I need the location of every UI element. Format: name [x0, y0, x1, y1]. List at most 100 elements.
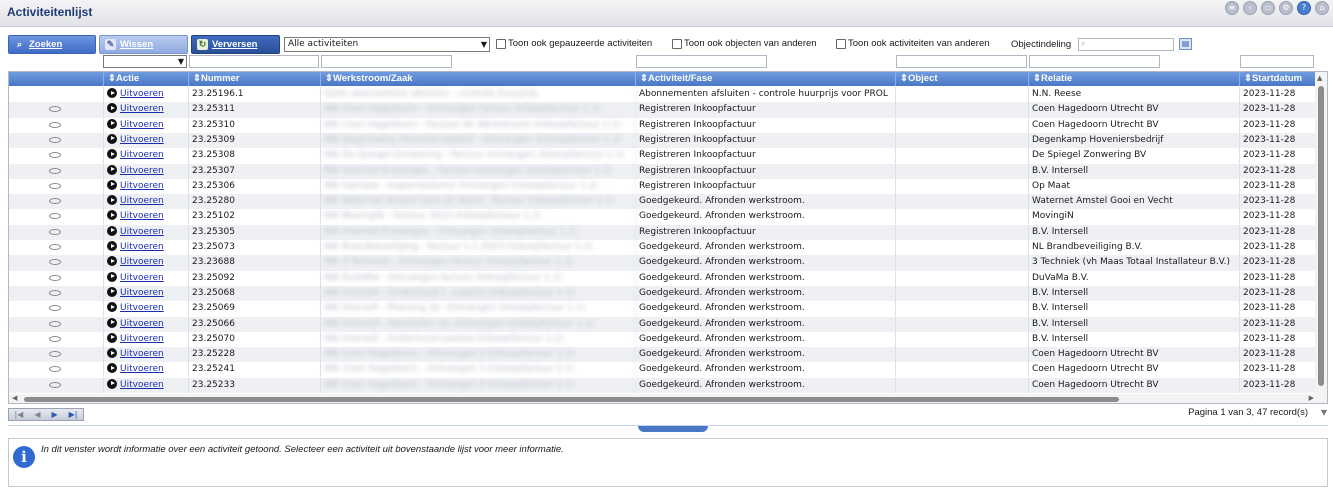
execute-link[interactable]: Uitvoeren [120, 242, 164, 252]
column-header-werkstroom[interactable]: ⇕Werkstroom/Zaak [321, 72, 636, 86]
eye-icon[interactable] [49, 198, 61, 205]
activity-filter-select[interactable]: Alle activiteiten ▼ [284, 37, 490, 52]
execute-link[interactable]: Uitvoeren [120, 364, 164, 374]
scroll-up-icon[interactable]: ▲ [1317, 74, 1322, 82]
next-page-icon[interactable]: ▶ [51, 410, 57, 419]
eye-icon[interactable] [49, 289, 61, 296]
object-classification-input[interactable]: ⌕ [1078, 38, 1174, 51]
play-icon[interactable] [107, 332, 117, 343]
tree-picker-icon[interactable]: ▤ [1179, 38, 1192, 50]
play-icon[interactable] [107, 210, 117, 221]
play-icon[interactable] [107, 103, 117, 114]
scroll-right-icon[interactable]: ▶ [1309, 394, 1314, 402]
play-icon[interactable] [107, 179, 117, 190]
execute-link[interactable]: Uitvoeren [120, 166, 164, 176]
window-icon[interactable]: ▭ [1261, 1, 1275, 15]
eye-icon[interactable] [49, 351, 61, 358]
table-row[interactable]: Uitvoeren 23.25073 INK Brandbeveiliging - … [9, 240, 1317, 255]
table-row[interactable]: Uitvoeren 23.25066 INK Intersell - Aanslui… [9, 316, 1317, 332]
execute-link[interactable]: Uitvoeren [120, 288, 164, 298]
table-row[interactable]: Uitvoeren 23.25306 INK Opmaat - Inspectied… [9, 178, 1317, 194]
table-row[interactable]: Uitvoeren 23.25196.1 Geen abonnement afslu… [9, 87, 1317, 102]
eye-icon[interactable] [49, 244, 61, 250]
table-row[interactable]: Uitvoeren 23.25310 INK Coen Hagedoorn - Fa… [9, 117, 1317, 133]
table-row[interactable]: Uitvoeren 23.25228 INK Coen Hagedoorn - On… [9, 347, 1317, 363]
execute-link[interactable]: Uitvoeren [120, 334, 164, 344]
play-icon[interactable] [107, 348, 117, 359]
table-row[interactable]: Uitvoeren 23.25102 INK MovingiN - Factuur … [9, 209, 1317, 225]
execute-link[interactable]: Uitvoeren [120, 273, 164, 283]
search-button[interactable]: ⌕ Zoeken [8, 35, 96, 54]
play-icon[interactable] [107, 88, 117, 98]
play-icon[interactable] [107, 271, 117, 282]
list-icon[interactable]: ≡ [1225, 1, 1239, 15]
play-icon[interactable] [107, 241, 117, 251]
play-icon[interactable] [107, 286, 117, 297]
settings-icon[interactable]: ⚙ [1279, 1, 1293, 15]
splitter-handle[interactable] [638, 426, 708, 432]
show-paused-checkbox[interactable]: Toon ook gepauzeerde activiteiten [496, 38, 652, 49]
table-row[interactable]: Uitvoeren 23.25280 INK Waternet Amstel Goo… [9, 194, 1317, 210]
execute-link[interactable]: Uitvoeren [120, 135, 164, 145]
eye-icon[interactable] [49, 136, 61, 143]
execute-link[interactable]: Uitvoeren [120, 211, 164, 221]
execute-link[interactable]: Uitvoeren [120, 181, 164, 191]
eye-icon[interactable] [49, 305, 61, 312]
play-icon[interactable] [107, 164, 117, 175]
eye-icon[interactable] [49, 228, 61, 235]
play-icon[interactable] [107, 195, 117, 206]
show-others-objects-checkbox[interactable]: Toon ook objecten van anderen [672, 38, 817, 49]
first-page-icon[interactable]: |◀ [14, 410, 23, 419]
eye-icon[interactable] [49, 121, 61, 128]
column-header-activiteit[interactable]: ⇕Activiteit/Fase [636, 72, 896, 86]
eye-icon[interactable] [49, 381, 61, 388]
execute-link[interactable]: Uitvoeren [120, 150, 164, 160]
execute-link[interactable]: Uitvoeren [120, 303, 164, 313]
column-header-object[interactable]: ⇕Object [896, 72, 1029, 86]
pane-splitter[interactable] [8, 425, 1328, 432]
table-row[interactable]: Uitvoeren 23.25311 INK Coen Hagedoorn - On… [9, 102, 1317, 118]
table-row[interactable]: Uitvoeren 23.25068 INK Intersell - Onderho… [9, 285, 1317, 302]
execute-link[interactable]: Uitvoeren [120, 104, 164, 114]
play-icon[interactable] [107, 302, 117, 313]
actie-filter-select[interactable]: ▼ [103, 55, 187, 68]
eye-icon[interactable] [49, 213, 61, 220]
execute-link[interactable]: Uitvoeren [120, 120, 164, 130]
vertical-scroll-thumb[interactable] [1318, 86, 1324, 386]
play-icon[interactable] [107, 378, 117, 389]
eye-icon[interactable] [49, 259, 61, 266]
horizontal-scrollbar[interactable]: ◀ ▶ [9, 394, 1317, 403]
play-icon[interactable] [107, 256, 117, 267]
play-icon[interactable] [107, 317, 117, 328]
execute-link[interactable]: Uitvoeren [120, 257, 164, 267]
eye-icon[interactable] [49, 335, 61, 342]
play-icon[interactable] [107, 363, 117, 374]
execute-link[interactable]: Uitvoeren [120, 380, 164, 390]
eye-icon[interactable] [49, 320, 61, 327]
eye-icon[interactable] [49, 152, 61, 159]
eye-icon[interactable] [49, 274, 61, 281]
column-header-nummer[interactable]: ⇕Nummer [189, 72, 321, 86]
startdatum-filter-input[interactable] [1240, 55, 1314, 68]
object-filter-input[interactable] [896, 55, 1027, 68]
table-row[interactable]: Uitvoeren 23.25241 INK Coen Hagedoorn - On… [9, 362, 1317, 378]
eye-icon[interactable] [49, 366, 61, 373]
nummer-filter-input[interactable] [189, 55, 319, 68]
table-row[interactable]: Uitvoeren 23.25092 INK DuVaMa - Ontvangen … [9, 270, 1317, 286]
scroll-down-icon[interactable]: ▼ [1321, 408, 1327, 417]
play-icon[interactable] [107, 118, 117, 129]
execute-link[interactable]: Uitvoeren [120, 349, 164, 359]
werkstroom-filter-input[interactable] [321, 55, 452, 68]
execute-link[interactable]: Uitvoeren [120, 196, 164, 206]
help-icon[interactable]: ? [1297, 1, 1311, 15]
table-row[interactable]: Uitvoeren 23.25069 INK Intersell - Plannin… [9, 301, 1317, 317]
column-header-relatie[interactable]: ⇕Relatie [1029, 72, 1240, 86]
eye-icon[interactable] [49, 106, 61, 113]
activiteit-filter-input[interactable] [636, 55, 767, 68]
column-header-actie[interactable]: ⇕Actie [104, 72, 189, 86]
table-row[interactable]: Uitvoeren 23.23688 INK 3 Techniek - Ontvan… [9, 255, 1317, 271]
table-row[interactable]: Uitvoeren 23.25309 INK Degenkamp Hoveniers… [9, 132, 1317, 149]
show-others-activities-checkbox[interactable]: Toon ook activiteiten van anderen [836, 38, 990, 49]
play-icon[interactable] [107, 225, 117, 236]
play-icon[interactable] [107, 149, 117, 160]
